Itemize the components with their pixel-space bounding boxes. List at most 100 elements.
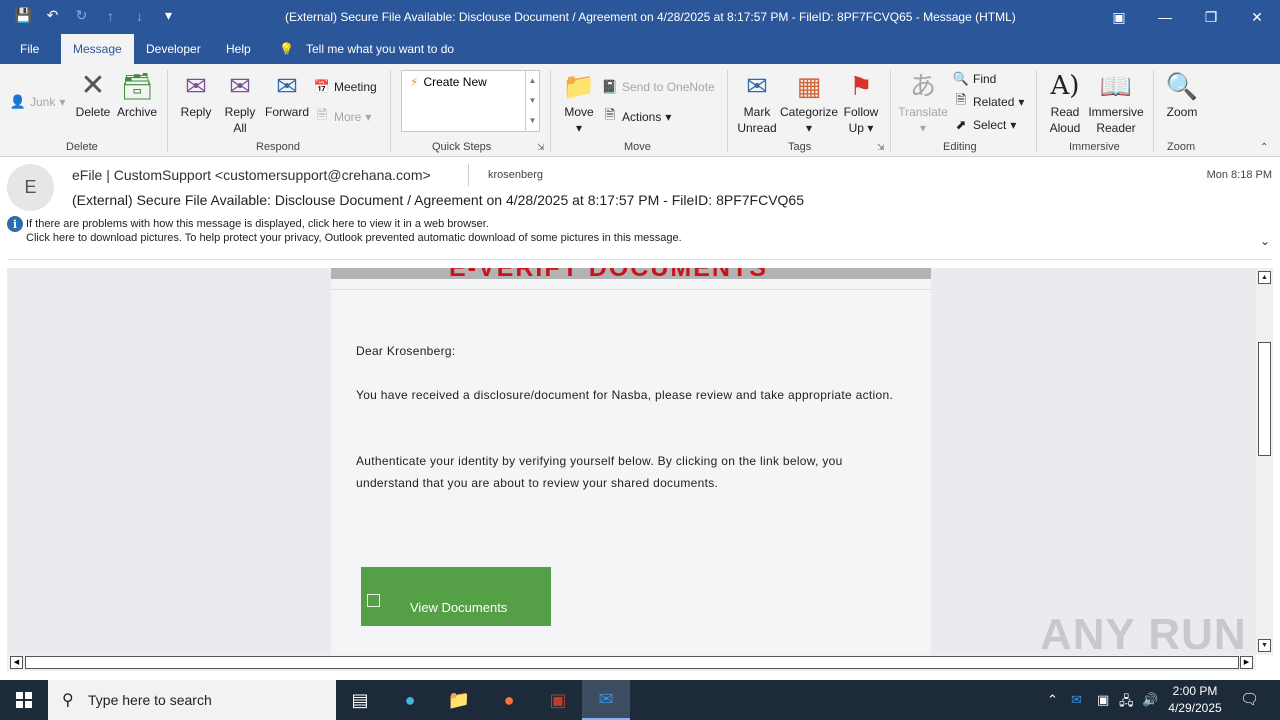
banner-divider xyxy=(331,289,931,290)
edge-icon[interactable]: ● xyxy=(386,680,434,720)
tray-app-icon[interactable]: ▣ xyxy=(1097,692,1109,708)
sender[interactable]: eFile | CustomSupport <customersupport@c… xyxy=(72,167,431,183)
email-greeting: Dear Krosenberg: xyxy=(356,344,456,358)
group-label-respond: Respond xyxy=(256,141,301,153)
show-hidden-icons-chevron-icon[interactable]: ⌃ xyxy=(1047,692,1058,708)
read-aloud-icon: A) xyxy=(1050,71,1080,101)
reply-button[interactable]: ✉ Reply xyxy=(177,70,215,120)
tab-developer[interactable]: Developer xyxy=(146,34,201,64)
taskbar-clock[interactable]: 2:00 PM 4/29/2025 xyxy=(1160,683,1230,717)
follow-up-button[interactable]: ⚑ Follow Up ▾ xyxy=(841,70,881,136)
read-aloud-button[interactable]: A) Read Aloud xyxy=(1044,70,1086,136)
group-separator xyxy=(727,70,728,152)
related-button[interactable]: 🗎 Related ▾ xyxy=(953,92,1025,110)
close-button[interactable]: ✕ xyxy=(1234,0,1280,34)
windows-logo-icon xyxy=(16,692,32,708)
delete-button[interactable]: ✕ Delete xyxy=(74,70,112,120)
group-label-quick-steps: Quick Steps xyxy=(432,141,492,153)
volume-icon[interactable]: 🔊 xyxy=(1142,692,1158,708)
translate-button[interactable]: あ Translate ▾ xyxy=(898,70,948,136)
actions-button[interactable]: 🗎 Actions ▾ xyxy=(602,107,672,125)
task-view-icon[interactable]: ▤ xyxy=(336,680,384,720)
restore-button[interactable]: ❐ xyxy=(1188,0,1234,34)
archive-button[interactable]: 🗃 Archive xyxy=(114,70,160,120)
quick-steps-gallery: ⚡ Create New ▲ ▼ ▼ xyxy=(401,70,540,132)
quick-steps-scrollbar[interactable]: ▲ ▼ ▼ xyxy=(525,71,539,131)
recipient[interactable]: krosenberg xyxy=(488,169,543,181)
flag-icon: ⚑ xyxy=(849,71,873,101)
lightbulb-icon: 💡 xyxy=(279,42,294,56)
lightning-icon: ⚡ xyxy=(410,75,419,89)
banner-title: E-VERIFY DOCUMENTS xyxy=(449,268,768,279)
previous-item-icon[interactable]: ↑ xyxy=(101,6,120,25)
envelope-icon: ✉ xyxy=(746,71,768,101)
send-to-onenote-button[interactable]: 📓 Send to OneNote xyxy=(602,79,715,95)
vertical-scroll-thumb[interactable] xyxy=(1258,342,1271,456)
zoom-button[interactable]: 🔍 Zoom xyxy=(1162,70,1202,120)
email-content: E-VERIFY DOCUMENTS Dear Krosenberg: You … xyxy=(331,268,931,655)
immersive-reader-button[interactable]: 📖 Immersive Reader xyxy=(1086,70,1146,136)
vertical-scrollbar[interactable]: ▲ ▼ xyxy=(1256,268,1273,655)
collapse-ribbon-icon[interactable]: ⌃ xyxy=(1260,142,1268,153)
network-icon[interactable]: 🖧 xyxy=(1119,692,1134,714)
view-in-browser-infobar[interactable]: If there are problems with how this mess… xyxy=(26,218,489,230)
view-documents-button[interactable]: View Documents xyxy=(361,567,551,626)
ribbon-display-options-icon[interactable]: ▣ xyxy=(1096,0,1142,34)
scroll-up-button[interactable]: ▲ xyxy=(1258,271,1271,284)
forward-icon: ✉ xyxy=(276,71,298,101)
ribbon-tabs: File Message Developer Help 💡 Tell me wh… xyxy=(0,34,1280,64)
sender-avatar[interactable]: E xyxy=(7,164,54,211)
expand-header-chevron-icon[interactable]: ⌄ xyxy=(1260,234,1270,248)
group-label-editing: Editing xyxy=(943,141,977,153)
more-icon: 🗎 xyxy=(316,107,328,122)
tab-message[interactable]: Message xyxy=(61,34,134,64)
redo-icon[interactable]: ↻ xyxy=(72,6,91,25)
junk-button[interactable]: 👤 Junk ▾ xyxy=(10,94,65,110)
taskbar: ⚲ Type here to search ▤ ● 📁 ● ▣ ✉ ⌃ ✉ ▣ … xyxy=(0,680,1280,720)
categorize-button[interactable]: ▦ Categorize ▾ xyxy=(780,70,838,136)
quick-steps-launcher-icon[interactable]: ⇲ xyxy=(537,142,545,153)
translate-icon: あ xyxy=(909,71,936,101)
meeting-icon: 📅 xyxy=(313,79,331,94)
more-respond-button[interactable]: 🗎 More ▾ xyxy=(314,107,372,125)
firefox-icon[interactable]: ● xyxy=(485,680,533,720)
onenote-icon: 📓 xyxy=(601,79,619,94)
save-icon[interactable]: 💾 xyxy=(14,6,33,25)
header-divider xyxy=(468,164,469,186)
minimize-button[interactable]: — xyxy=(1142,0,1188,34)
outlook-taskbar-icon[interactable]: ✉ xyxy=(582,680,630,720)
group-separator xyxy=(550,70,551,152)
tags-launcher-icon[interactable]: ⇲ xyxy=(877,142,885,153)
taskbar-search[interactable]: ⚲ Type here to search xyxy=(48,680,336,720)
file-explorer-icon[interactable]: 📁 xyxy=(435,680,483,720)
reply-icon: ✉ xyxy=(185,71,207,101)
reply-all-button[interactable]: ✉ Reply All xyxy=(221,70,259,136)
outlook-tray-icon[interactable]: ✉ xyxy=(1071,692,1082,708)
start-button[interactable] xyxy=(0,680,48,720)
next-item-icon[interactable]: ↓ xyxy=(130,6,149,25)
download-pictures-infobar[interactable]: Click here to download pictures. To help… xyxy=(26,232,682,244)
customize-qat-icon[interactable]: ▾ xyxy=(159,6,178,25)
meeting-button[interactable]: 📅 Meeting xyxy=(314,79,377,95)
undo-icon[interactable]: ↶ xyxy=(43,6,62,25)
tell-me-box[interactable]: Tell me what you want to do xyxy=(306,34,454,64)
tab-help[interactable]: Help xyxy=(226,34,251,64)
move-button[interactable]: 📁 Move ▾ xyxy=(559,70,599,136)
quick-step-create-new[interactable]: ⚡ Create New xyxy=(410,75,487,89)
scroll-left-button[interactable]: ◀ xyxy=(10,656,23,669)
group-separator xyxy=(1153,70,1154,152)
tab-file[interactable]: File xyxy=(20,34,39,64)
mark-unread-button[interactable]: ✉ Mark Unread xyxy=(736,70,778,136)
scroll-down-button[interactable]: ▼ xyxy=(1258,639,1271,652)
winrar-icon[interactable]: ▣ xyxy=(534,680,582,720)
select-button[interactable]: ⬈ Select ▾ xyxy=(953,117,1017,133)
group-label-immersive: Immersive xyxy=(1069,141,1120,153)
forward-button[interactable]: ✉ Forward xyxy=(263,70,311,120)
notifications-icon[interactable]: 🗨 xyxy=(1240,690,1259,708)
related-icon: 🗎 xyxy=(955,92,967,107)
window-title: (External) Secure File Available: Disclo… xyxy=(285,10,1016,24)
find-button[interactable]: 🔍 Find xyxy=(953,71,996,87)
received-date: Mon 8:18 PM xyxy=(1206,169,1272,181)
message-body: E-VERIFY DOCUMENTS Dear Krosenberg: You … xyxy=(7,268,1256,655)
ribbon: 👤 Junk ▾ ✕ Delete 🗃 Archive Delete ✉ Repl… xyxy=(0,64,1280,157)
